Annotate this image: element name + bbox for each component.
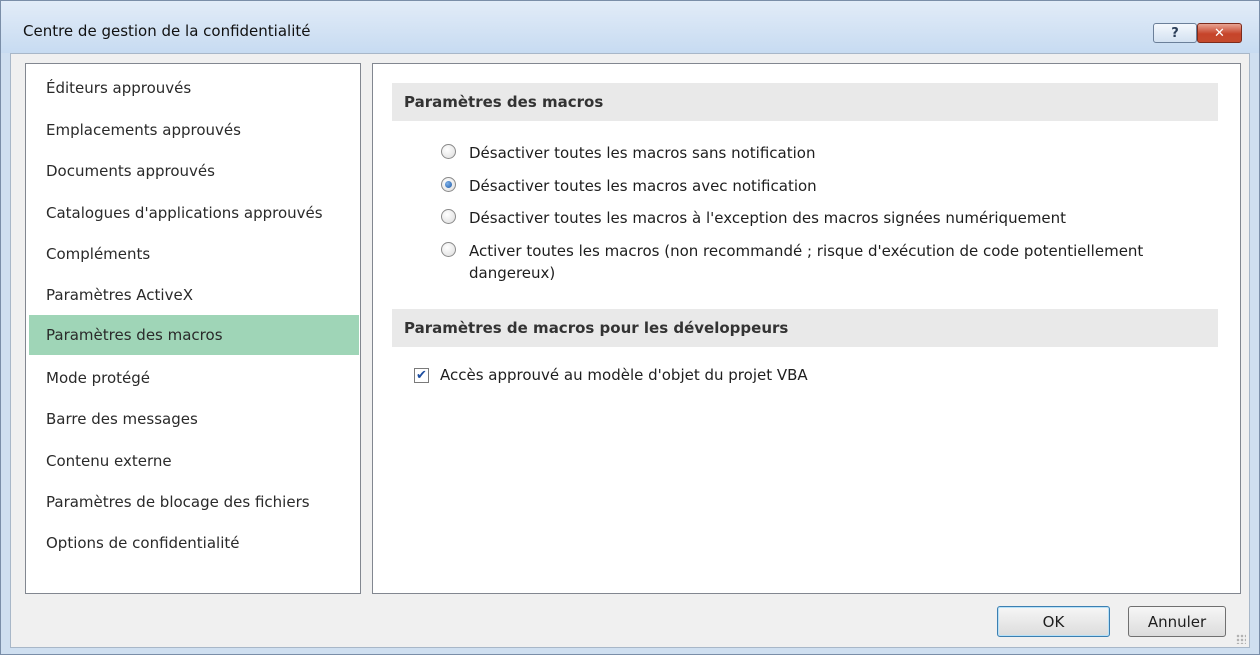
sidebar-item-privacy-options[interactable]: Options de confidentialité [29,523,359,563]
sidebar-item-add-ins[interactable]: Compléments [29,234,359,274]
sidebar-item-trusted-publishers[interactable]: Éditeurs approuvés [29,68,359,108]
dialog-body: Éditeurs approuvés Emplacements approuvé… [10,53,1250,648]
resize-grip-icon[interactable] [1236,634,1246,644]
sidebar-item-trusted-documents[interactable]: Documents approuvés [29,151,359,191]
vba-access-option[interactable]: ✔ Accès approuvé au modèle d'objet du pr… [414,366,808,384]
radio-disable-no-notification[interactable]: Désactiver toutes les macros sans notifi… [441,142,815,164]
title-bar[interactable]: Centre de gestion de la confidentialité … [1,1,1259,53]
close-icon: ✕ [1214,25,1225,41]
radio-button[interactable] [441,209,456,224]
sidebar-item-external-content[interactable]: Contenu externe [29,441,359,481]
cancel-button[interactable]: Annuler [1128,606,1226,637]
sidebar-item-protected-view[interactable]: Mode protégé [29,358,359,398]
category-sidebar: Éditeurs approuvés Emplacements approuvé… [25,63,361,594]
radio-enable-all[interactable]: Activer toutes les macros (non recommand… [441,240,1211,284]
sidebar-item-message-bar[interactable]: Barre des messages [29,399,359,439]
sidebar-item-file-block-settings[interactable]: Paramètres de blocage des fichiers [29,482,359,522]
dialog-title: Centre de gestion de la confidentialité [23,22,311,40]
macro-settings-header: Paramètres des macros [392,83,1218,121]
close-button[interactable]: ✕ [1197,23,1242,43]
help-icon: ? [1171,25,1179,41]
radio-button[interactable] [441,144,456,159]
sidebar-item-macro-settings[interactable]: Paramètres des macros [29,315,359,355]
trust-center-dialog: Centre de gestion de la confidentialité … [0,0,1260,655]
radio-disable-with-notification[interactable]: Désactiver toutes les macros avec notifi… [441,175,817,197]
help-button[interactable]: ? [1153,23,1197,43]
sidebar-item-trusted-locations[interactable]: Emplacements approuvés [29,110,359,150]
vba-access-checkbox[interactable]: ✔ [414,367,429,383]
macro-settings-panel: Paramètres des macros Désactiver toutes … [372,63,1241,594]
radio-button-selected[interactable] [441,177,456,192]
sidebar-item-trusted-app-catalogs[interactable]: Catalogues d'applications approuvés [29,193,359,233]
sidebar-item-activex-settings[interactable]: Paramètres ActiveX [29,275,359,315]
checkmark-icon: ✔ [416,367,427,383]
ok-button[interactable]: OK [997,606,1110,637]
radio-button[interactable] [441,242,456,257]
developer-settings-header: Paramètres de macros pour les développeu… [392,309,1218,347]
radio-disable-except-signed[interactable]: Désactiver toutes les macros à l'excepti… [441,207,1066,229]
